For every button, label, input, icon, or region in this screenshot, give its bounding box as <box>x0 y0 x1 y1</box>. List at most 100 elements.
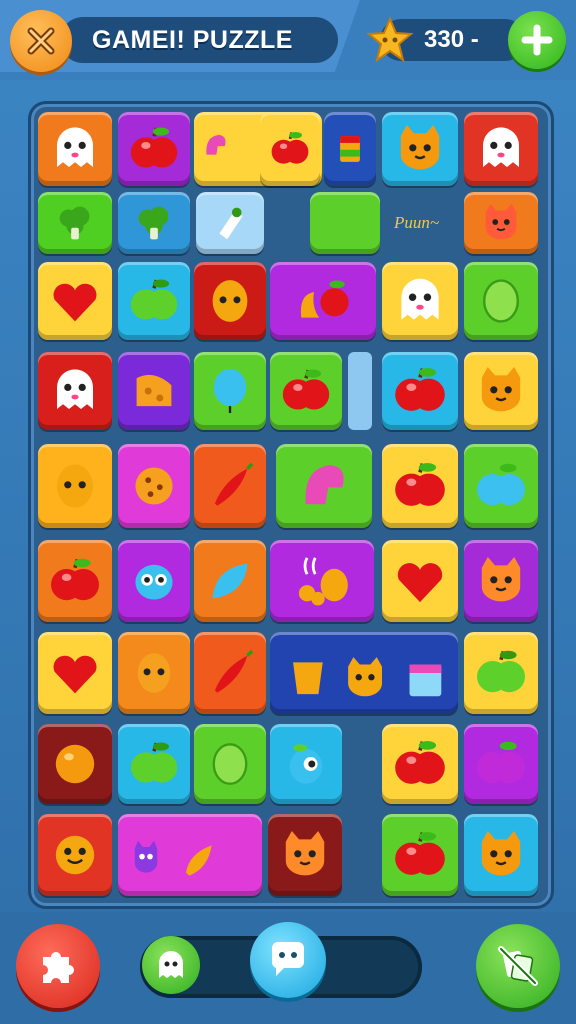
puzzle-button[interactable] <box>16 924 100 1008</box>
candy-icon <box>219 207 243 240</box>
apple-icon <box>51 558 99 601</box>
close-x-icon <box>27 27 55 55</box>
tile-apple[interactable] <box>382 444 458 528</box>
tile-cat[interactable] <box>464 814 538 896</box>
tile-eye-fruit[interactable] <box>270 724 342 804</box>
tile-apple[interactable] <box>270 352 342 430</box>
ghost-icon <box>57 369 93 409</box>
tile-leaf[interactable] <box>194 540 266 622</box>
tile-mango[interactable] <box>38 444 112 528</box>
tile-balloon[interactable] <box>194 352 266 430</box>
tile-ghost[interactable] <box>38 112 112 186</box>
apple-icon <box>395 463 445 506</box>
no-cards-icon <box>498 946 538 986</box>
leaf-icon <box>212 563 248 599</box>
tile-chili[interactable] <box>194 444 266 528</box>
puzzle-piece-icon <box>43 952 74 983</box>
ghost-icon <box>57 127 93 167</box>
ghost-icon <box>401 278 439 320</box>
tile-cat[interactable] <box>464 352 538 430</box>
apple-icon <box>395 368 445 411</box>
tile-ghost[interactable] <box>382 262 458 340</box>
tile-cookie[interactable] <box>118 444 190 528</box>
tile-lime[interactable] <box>464 262 538 340</box>
apple-purple-icon <box>477 741 525 784</box>
cat-icon <box>285 831 325 876</box>
tile-cat[interactable] <box>382 112 458 186</box>
tile-broccoli[interactable] <box>118 192 190 254</box>
tile-apple[interactable] <box>382 352 458 430</box>
tile-orange[interactable] <box>38 724 112 804</box>
tile-apple[interactable] <box>260 112 320 186</box>
tile-heart[interactable] <box>38 262 112 340</box>
tile-gap[interactable] <box>348 352 372 430</box>
tile-lime[interactable] <box>194 724 266 804</box>
cat-icon <box>485 203 517 240</box>
heart-icon <box>397 563 443 603</box>
cookie-icon <box>135 467 173 505</box>
ghost-icon <box>159 951 183 978</box>
tile-apple-blue[interactable] <box>464 444 538 528</box>
tile-cup-cat-box[interactable] <box>270 632 458 714</box>
mango-icon <box>212 280 248 322</box>
cat-icon <box>400 125 440 170</box>
balloon-icon <box>213 368 247 414</box>
track-ghost-button[interactable] <box>142 936 200 994</box>
heart-candy-icon <box>305 465 344 505</box>
tile-broccoli[interactable] <box>38 192 112 254</box>
tile-striped-block[interactable] <box>324 112 376 186</box>
tile-heart[interactable] <box>382 540 458 622</box>
chili-icon <box>214 462 254 506</box>
tile-apple-purple[interactable] <box>464 724 538 804</box>
tile-cat[interactable] <box>464 540 538 622</box>
tile-cat[interactable] <box>268 814 342 896</box>
chat-button[interactable] <box>250 922 326 998</box>
tile-chili[interactable] <box>194 632 266 714</box>
tile-potato[interactable] <box>118 632 190 714</box>
tile-apple[interactable] <box>382 724 458 804</box>
tile-apple-green[interactable] <box>118 262 190 340</box>
apple-icon <box>130 127 178 168</box>
tile-green-block[interactable] <box>310 192 380 254</box>
broccoli-icon <box>59 206 90 240</box>
tile-smile[interactable] <box>38 814 112 896</box>
candy-cluster-icon <box>298 557 348 606</box>
tile-ghost[interactable] <box>38 352 112 430</box>
tile-apple[interactable] <box>118 112 190 186</box>
heart-icon <box>53 655 97 694</box>
eye-fruit-icon <box>289 744 323 784</box>
tile-candy-apple[interactable] <box>270 262 376 340</box>
tile-heart[interactable] <box>38 632 112 714</box>
tile-apple-green[interactable] <box>464 632 538 714</box>
tile-mango[interactable] <box>194 262 266 340</box>
add-coins-button[interactable] <box>508 11 566 69</box>
close-button[interactable] <box>10 10 72 72</box>
gap-icon <box>355 386 365 396</box>
potato-icon <box>137 653 171 693</box>
green-block-icon <box>321 199 369 247</box>
tile-candy[interactable] <box>196 192 264 254</box>
tile-candy-cluster[interactable] <box>270 540 374 622</box>
candy-apple-icon <box>300 280 349 318</box>
chili-icon <box>214 649 254 693</box>
tile-cat[interactable] <box>464 192 538 254</box>
tile-apple[interactable] <box>382 814 458 896</box>
apple-icon <box>282 369 330 410</box>
apple-green-icon <box>130 742 178 783</box>
orange-icon <box>55 744 95 784</box>
tile-heart-candy[interactable] <box>276 444 372 528</box>
tile-cheese[interactable] <box>118 352 190 430</box>
heart-icon <box>53 283 97 322</box>
tile-apple-green[interactable] <box>118 724 190 804</box>
tile-ghost[interactable] <box>464 112 538 186</box>
tile-blob[interactable] <box>118 540 190 622</box>
board-label: Puun~ <box>394 213 440 232</box>
tile-apple[interactable] <box>38 540 112 622</box>
plus-icon <box>521 24 553 56</box>
smile-icon <box>55 835 95 875</box>
lime-icon <box>212 743 248 785</box>
no-cards-button[interactable] <box>476 924 560 1008</box>
lime-icon <box>483 279 519 323</box>
score-value: 330 - <box>424 26 479 53</box>
tile-monster-banana[interactable] <box>118 814 262 896</box>
